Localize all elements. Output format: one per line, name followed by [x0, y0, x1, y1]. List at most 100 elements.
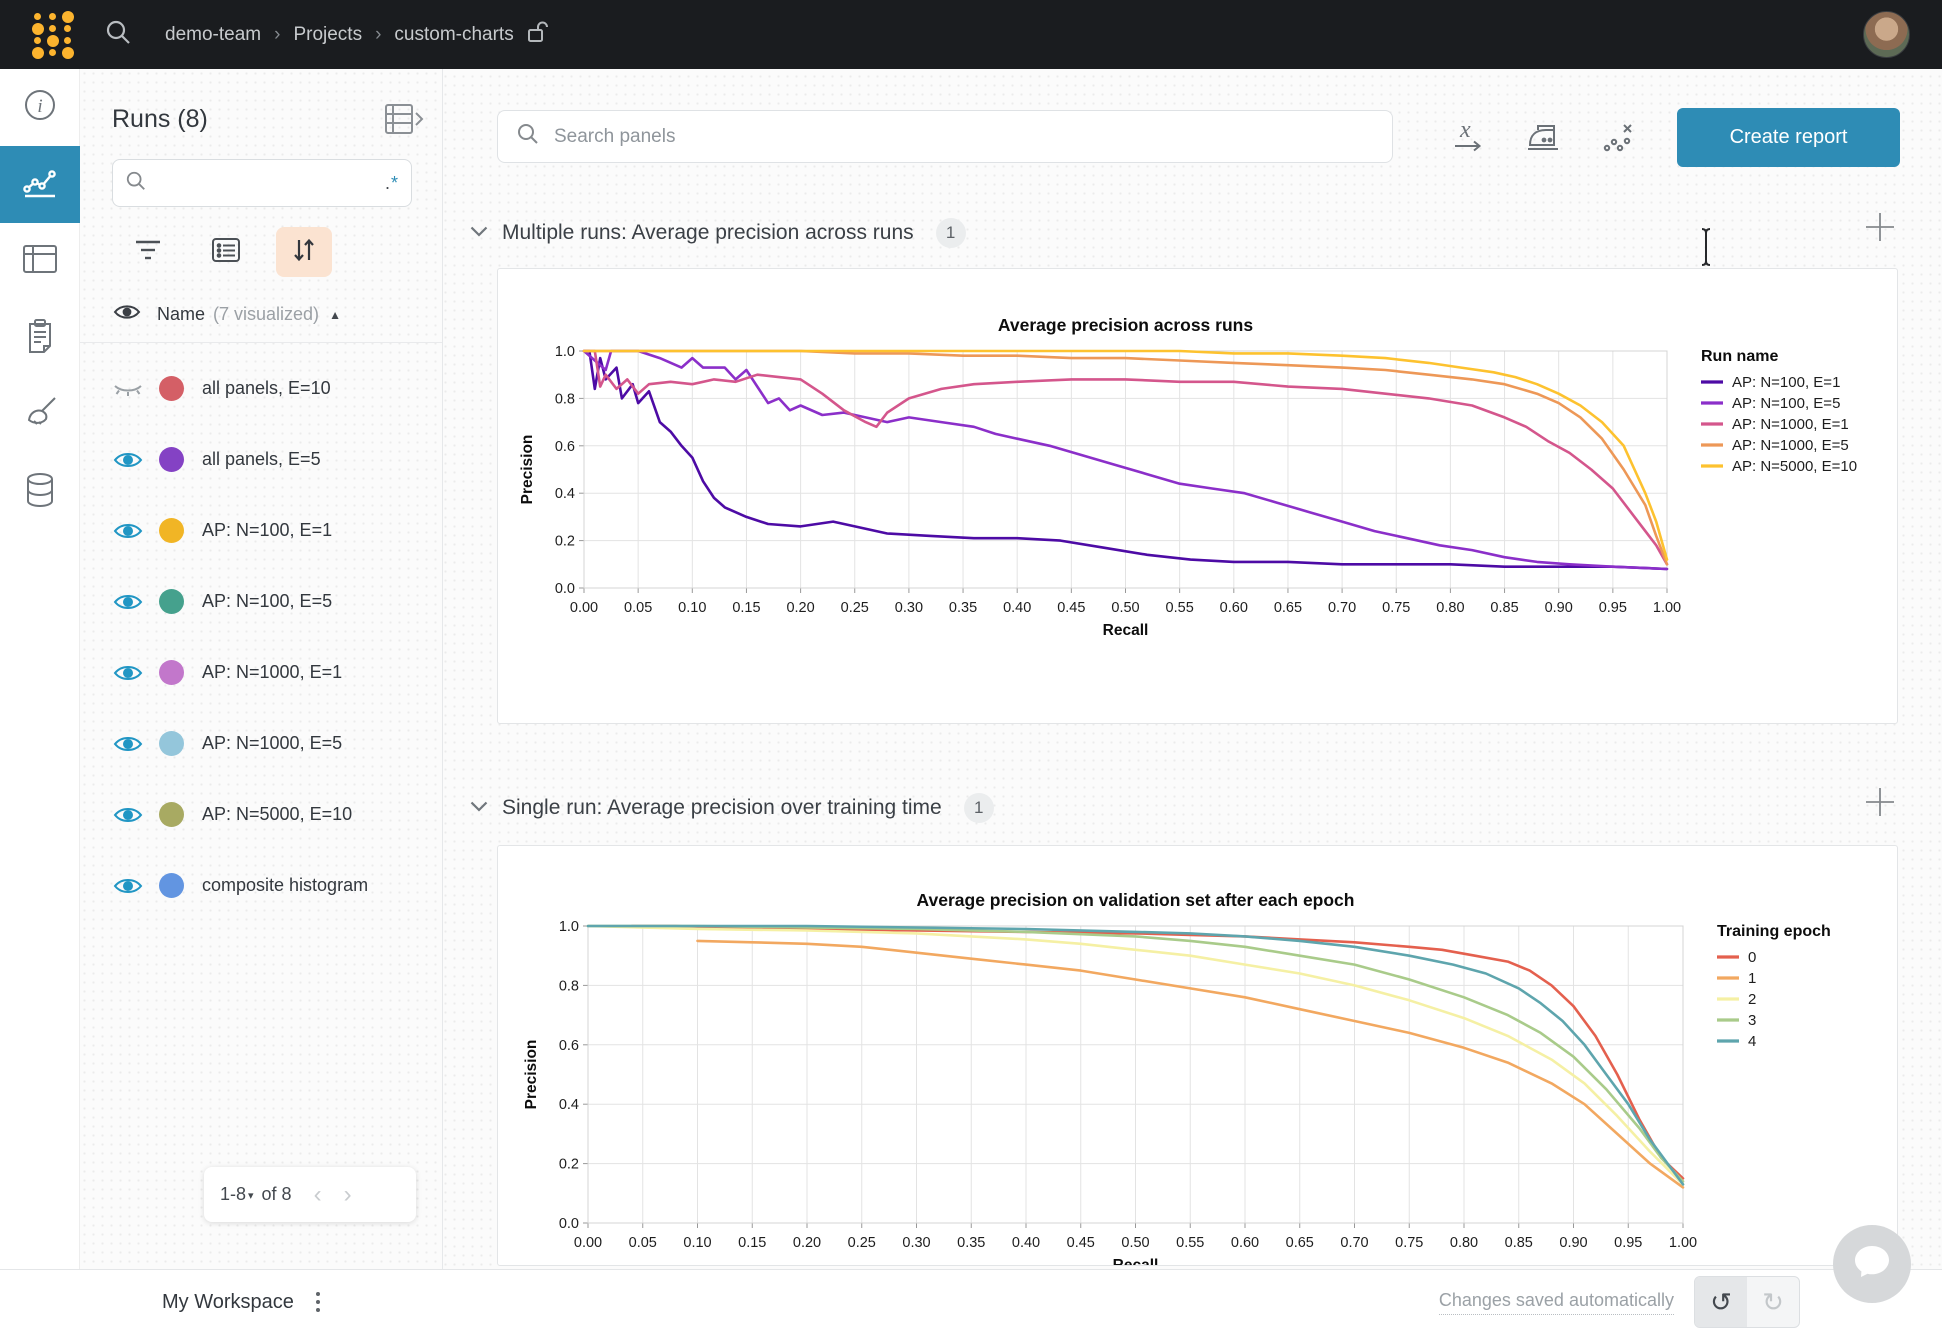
visibility-on-icon[interactable]: [113, 592, 143, 612]
outliers-button[interactable]: [1600, 119, 1636, 155]
visibility-on-icon[interactable]: [113, 663, 143, 683]
rail-item-tables[interactable]: [0, 223, 80, 300]
run-row[interactable]: composite histogram: [80, 850, 442, 921]
table-icon: [22, 244, 58, 279]
svg-text:0.50: 0.50: [1111, 600, 1139, 616]
svg-text:0.25: 0.25: [848, 1235, 876, 1251]
run-row[interactable]: AP: N=5000, E=10: [80, 779, 442, 850]
chevron-down-icon[interactable]: [470, 799, 488, 817]
section-title[interactable]: Multiple runs: Average precision across …: [502, 221, 914, 245]
workspace-name-label[interactable]: My Workspace: [162, 1291, 294, 1314]
svg-text:0.95: 0.95: [1599, 600, 1627, 616]
run-row[interactable]: AP: N=1000, E=5: [80, 708, 442, 779]
run-row[interactable]: AP: N=100, E=1: [80, 495, 442, 566]
svg-text:0.25: 0.25: [841, 600, 869, 616]
chat-help-button[interactable]: [1833, 1225, 1911, 1303]
page-size-caret-icon[interactable]: ▾: [248, 1189, 254, 1202]
sort-runs-button[interactable]: [276, 227, 332, 277]
x-axis-settings-button[interactable]: x: [1452, 119, 1486, 155]
run-row[interactable]: AP: N=100, E=5: [80, 566, 442, 637]
run-name-label: AP: N=1000, E=5: [202, 733, 342, 754]
rail-item-charts[interactable]: [0, 146, 80, 223]
visibility-on-icon[interactable]: [113, 805, 143, 825]
run-list: all panels, E=10 all panels, E=5 AP: N=1…: [80, 343, 442, 921]
prev-page-button[interactable]: ‹: [314, 1183, 322, 1207]
svg-text:0.75: 0.75: [1395, 1235, 1423, 1251]
svg-text:0.65: 0.65: [1286, 1235, 1314, 1251]
rail-item-sweeps[interactable]: [0, 377, 80, 454]
visibility-column-icon[interactable]: [113, 303, 141, 326]
svg-text:0.15: 0.15: [738, 1235, 766, 1251]
svg-text:0.90: 0.90: [1559, 1235, 1587, 1251]
visibility-on-icon[interactable]: [113, 876, 143, 896]
filter-runs-button[interactable]: [120, 227, 176, 277]
regex-toggle[interactable]: .*: [385, 173, 399, 194]
text-cursor: [1698, 227, 1714, 272]
runs-search-input[interactable]: [157, 173, 385, 193]
search-icon[interactable]: [103, 17, 133, 52]
legend-entry: AP: N=100, E=1: [1732, 374, 1840, 391]
search-icon: [125, 170, 147, 197]
svg-text:1.0: 1.0: [555, 344, 575, 360]
group-runs-button[interactable]: [198, 227, 254, 277]
visibility-on-icon[interactable]: [113, 734, 143, 754]
section-title[interactable]: Single run: Average precision over train…: [502, 796, 942, 820]
sort-direction-icon[interactable]: ▲: [329, 308, 341, 322]
wandb-logo[interactable]: [30, 11, 75, 59]
undo-button[interactable]: ↺: [1695, 1277, 1747, 1327]
rail-item-notes[interactable]: [0, 300, 80, 377]
run-color-dot: [159, 447, 184, 472]
panel-search-input[interactable]: [554, 126, 1374, 148]
smoothing-iron-button[interactable]: [1524, 121, 1562, 153]
run-row[interactable]: all panels, E=5: [80, 424, 442, 495]
svg-text:0.8: 0.8: [555, 391, 575, 407]
legend-title: Training epoch: [1717, 923, 1831, 940]
pr-curves-chart[interactable]: 0.000.050.100.150.200.250.300.350.400.45…: [498, 269, 1897, 723]
svg-text:0.8: 0.8: [559, 978, 579, 994]
run-row[interactable]: all panels, E=10: [80, 353, 442, 424]
breadcrumb-projects[interactable]: Projects: [293, 24, 362, 46]
svg-text:0.6: 0.6: [555, 439, 575, 455]
workspace-menu-button[interactable]: [316, 1292, 320, 1312]
svg-text:0.10: 0.10: [678, 600, 706, 616]
list-icon: [211, 237, 241, 268]
autosave-status-label[interactable]: Changes saved automatically: [1439, 1290, 1674, 1315]
chart-svg: 0.000.050.100.150.200.250.300.350.400.45…: [498, 269, 1897, 723]
svg-text:0.75: 0.75: [1382, 600, 1410, 616]
unlock-icon[interactable]: [526, 20, 548, 50]
line-chart-icon: [22, 164, 58, 205]
expand-runs-table-button[interactable]: [384, 101, 424, 137]
add-panel-button[interactable]: [1864, 786, 1896, 823]
page-range-label[interactable]: 1-8: [220, 1184, 246, 1205]
page-total-label: of 8: [262, 1184, 292, 1205]
runs-sidebar: Runs (8) .* Name: [80, 69, 443, 1269]
rail-item-artifacts[interactable]: [0, 454, 80, 531]
run-row[interactable]: AP: N=1000, E=1: [80, 637, 442, 708]
runs-column-header[interactable]: Name (7 visualized) ▲: [80, 303, 442, 343]
rail-item-overview[interactable]: i: [0, 69, 80, 146]
visibility-off-icon[interactable]: [113, 379, 143, 399]
add-panel-button[interactable]: [1864, 211, 1896, 248]
epoch-pr-chart[interactable]: 0.000.050.100.150.200.250.300.350.400.45…: [498, 846, 1897, 1265]
search-icon: [516, 122, 540, 151]
next-page-button[interactable]: ›: [344, 1183, 352, 1207]
breadcrumb-team[interactable]: demo-team: [165, 24, 261, 46]
run-name-label: AP: N=1000, E=1: [202, 662, 342, 683]
redo-button[interactable]: ↻: [1747, 1277, 1799, 1327]
chart-title: Average precision across runs: [998, 315, 1253, 335]
svg-text:0.15: 0.15: [732, 600, 760, 616]
svg-text:0.85: 0.85: [1490, 600, 1518, 616]
svg-text:0.40: 0.40: [1003, 600, 1031, 616]
x-axis-label: Recall: [1103, 622, 1149, 639]
user-avatar[interactable]: [1863, 11, 1910, 58]
visibility-on-icon[interactable]: [113, 521, 143, 541]
create-report-button[interactable]: Create report: [1677, 108, 1900, 167]
breadcrumb-project-name[interactable]: custom-charts: [394, 24, 513, 46]
run-color-dot: [159, 731, 184, 756]
svg-text:0.00: 0.00: [570, 600, 598, 616]
visibility-on-icon[interactable]: [113, 450, 143, 470]
chart-panel-single-run[interactable]: 0.000.050.100.150.200.250.300.350.400.45…: [497, 845, 1898, 1266]
chevron-down-icon[interactable]: [470, 224, 488, 242]
chart-panel-multiple-runs[interactable]: 0.000.050.100.150.200.250.300.350.400.45…: [497, 268, 1898, 724]
svg-text:0.35: 0.35: [949, 600, 977, 616]
